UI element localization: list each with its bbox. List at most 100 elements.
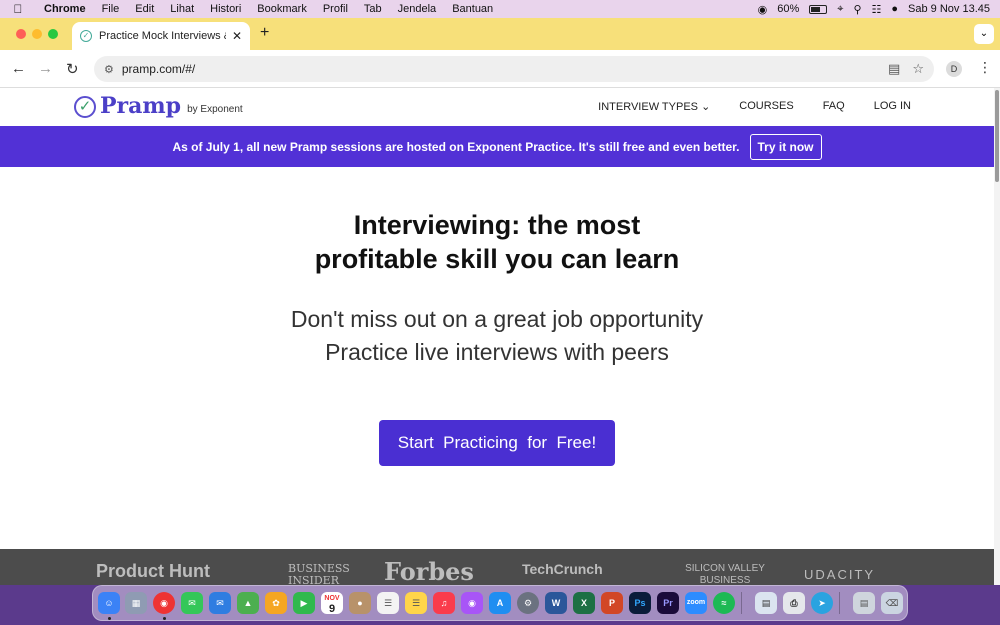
minimize-window-button[interactable] xyxy=(32,29,42,39)
chrome-menu-icon[interactable]: ⋮ xyxy=(978,59,992,76)
documents-folder-icon[interactable]: ▤ xyxy=(853,592,875,614)
dock-separator xyxy=(741,592,742,614)
facetime-icon[interactable]: ▶ xyxy=(293,592,315,614)
nav-interview-types[interactable]: INTERVIEW TYPES ⌄ xyxy=(598,100,710,113)
page-scrollbar[interactable] xyxy=(994,88,1000,585)
spotify-icon[interactable]: ≈ xyxy=(713,592,735,614)
telegram-icon[interactable]: ➤ xyxy=(811,592,833,614)
menu-app-name[interactable]: Chrome xyxy=(36,3,94,15)
tab-title: Practice Mock Interviews & C xyxy=(99,30,226,42)
mail-icon[interactable]: ✉ xyxy=(209,592,231,614)
menu-edit[interactable]: Edit xyxy=(127,3,162,15)
control-center-icon[interactable]: ☷ xyxy=(872,3,882,16)
menu-tab[interactable]: Tab xyxy=(356,3,390,15)
scrollbar-thumb[interactable] xyxy=(995,90,999,182)
chevron-down-icon: ⌄ xyxy=(701,101,711,113)
notes-icon[interactable]: ☰ xyxy=(405,592,427,614)
calendar-day: 9 xyxy=(328,603,336,615)
maps-icon[interactable]: ▲ xyxy=(237,592,259,614)
finder-icon[interactable]: ☺ xyxy=(98,592,120,614)
creative-cloud-icon[interactable]: ◉ xyxy=(758,3,768,16)
wifi-icon[interactable]: ⌖ xyxy=(837,3,843,16)
press-techcrunch: TechCrunch xyxy=(522,561,603,577)
close-window-button[interactable] xyxy=(16,29,26,39)
start-practicing-button[interactable]: Start Practicing for Free! xyxy=(379,420,615,466)
app-store-icon[interactable]: A xyxy=(489,592,511,614)
menu-view[interactable]: Lihat xyxy=(162,3,202,15)
pramp-logo[interactable]: ✓ Pramp by Exponent xyxy=(74,94,243,118)
nav-interview-types-label: INTERVIEW TYPES xyxy=(598,101,698,113)
logo-text: Pramp xyxy=(100,93,182,119)
active-tab[interactable]: ✓ Practice Mock Interviews & C ✕ xyxy=(72,22,250,50)
nav-login[interactable]: LOG IN xyxy=(874,100,911,113)
menu-help[interactable]: Bantuan xyxy=(444,3,501,15)
menu-file[interactable]: File xyxy=(94,3,128,15)
messages-icon[interactable]: ✉ xyxy=(181,592,203,614)
nav-courses[interactable]: COURSES xyxy=(739,100,793,113)
system-settings-icon[interactable]: ⚙ xyxy=(517,592,539,614)
bookmark-star-icon[interactable]: ☆ xyxy=(912,61,924,77)
hero-title: Interviewing: the most profitable skill … xyxy=(0,208,994,276)
web-page: ✓ Pramp by Exponent INTERVIEW TYPES ⌄ CO… xyxy=(0,88,994,585)
menubar-clock[interactable]: Sab 9 Nov 13.45 xyxy=(908,3,990,15)
premiere-icon[interactable]: Pr xyxy=(657,592,679,614)
reminders-icon[interactable]: ☰ xyxy=(377,592,399,614)
profile-avatar[interactable]: D xyxy=(946,61,962,77)
podcasts-icon[interactable]: ◉ xyxy=(461,592,483,614)
menu-history[interactable]: Histori xyxy=(202,3,249,15)
url-text[interactable]: pramp.com/#/ xyxy=(122,62,876,76)
status-area: ◉ 60% ⌖ ⚲ ☷ ● Sab 9 Nov 13.45 xyxy=(758,3,1000,16)
hero-title-line-2: profitable skill you can learn xyxy=(314,244,680,274)
word-icon[interactable]: W xyxy=(545,592,567,614)
siri-icon[interactable]: ● xyxy=(891,3,898,15)
new-tab-icon[interactable]: + xyxy=(260,24,269,42)
site-settings-icon[interactable]: ⚙ xyxy=(104,63,114,76)
press-silicon-valley-bj: SILICON VALLEY BUSINESS JOURNAL xyxy=(685,563,765,585)
hero-subtitle-line-2: Practice live interviews with peers xyxy=(325,339,669,365)
preview-icon[interactable]: ▤ xyxy=(755,592,777,614)
address-bar[interactable]: ⚙ pramp.com/#/ ▤ ☆ xyxy=(94,56,934,82)
close-tab-icon[interactable]: ✕ xyxy=(232,29,242,43)
try-it-now-button[interactable]: Try it now xyxy=(749,133,822,160)
photoshop-icon[interactable]: Ps xyxy=(629,592,651,614)
trash-icon[interactable]: ⌫ xyxy=(881,592,903,614)
calendar-icon[interactable]: NOV 9 xyxy=(321,592,343,614)
chrome-running-indicator xyxy=(163,617,166,620)
spotlight-search-icon[interactable]: ⚲ xyxy=(853,3,861,16)
tab-search-chevron-icon[interactable]: ⌄ xyxy=(974,24,994,44)
menu-profile[interactable]: Profil xyxy=(315,3,356,15)
apple-icon[interactable]:  xyxy=(0,2,36,16)
music-icon[interactable]: ♫ xyxy=(433,592,455,614)
site-header: ✓ Pramp by Exponent INTERVIEW TYPES ⌄ CO… xyxy=(0,88,994,126)
nav-faq[interactable]: FAQ xyxy=(823,100,845,113)
macos-menubar:  Chrome File Edit Lihat Histori Bookmar… xyxy=(0,0,1000,18)
macos-dock: ☺ ▦ ◉ ✉ ✉ ▲ ✿ ▶ NOV 9 ● ☰ ☰ ♫ ◉ A ⚙ W X P… xyxy=(92,585,908,621)
press-udacity: UDACITY xyxy=(804,567,876,582)
chrome-toolbar: ← → ↻ ⚙ pramp.com/#/ ▤ ☆ D ⋮ xyxy=(0,50,1000,88)
excel-icon[interactable]: X xyxy=(573,592,595,614)
logo-by-text: by Exponent xyxy=(187,104,243,115)
menu-bookmark[interactable]: Bookmark xyxy=(249,3,315,15)
announcement-banner: As of July 1, all new Pramp sessions are… xyxy=(0,126,994,167)
printer-icon[interactable]: ⎙ xyxy=(783,592,805,614)
photos-icon[interactable]: ✿ xyxy=(265,592,287,614)
menu-window[interactable]: Jendela xyxy=(390,3,445,15)
back-arrow-icon[interactable]: ← xyxy=(11,60,26,77)
zoom-window-button[interactable] xyxy=(48,29,58,39)
chrome-icon[interactable]: ◉ xyxy=(153,592,175,614)
chrome-tab-strip: ✓ Practice Mock Interviews & C ✕ xyxy=(0,18,1000,50)
press-forbes: Forbes xyxy=(384,557,474,585)
reload-icon[interactable]: ↻ xyxy=(66,60,79,78)
battery-icon[interactable] xyxy=(809,4,828,14)
forward-arrow-icon[interactable]: → xyxy=(38,60,53,77)
dock-separator xyxy=(839,592,840,614)
translate-icon[interactable]: ▤ xyxy=(888,61,900,77)
pramp-favicon-icon: ✓ xyxy=(80,30,92,42)
powerpoint-icon[interactable]: P xyxy=(601,592,623,614)
contacts-icon[interactable]: ● xyxy=(349,592,371,614)
site-nav-links: INTERVIEW TYPES ⌄ COURSES FAQ LOG IN xyxy=(598,100,911,113)
hero-subtitle-line-1: Don't miss out on a great job opportunit… xyxy=(290,306,704,332)
launchpad-icon[interactable]: ▦ xyxy=(125,592,147,614)
zoom-icon[interactable]: zoom xyxy=(685,592,707,614)
press-logos-strip: Product Hunt BUSINESS INSIDER Forbes Tec… xyxy=(0,549,994,585)
